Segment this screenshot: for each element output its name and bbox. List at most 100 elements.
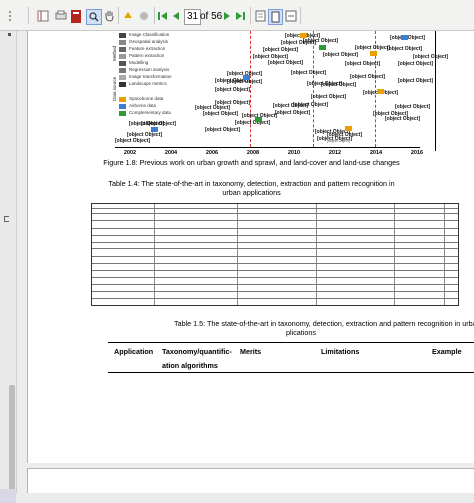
table-top-rule — [108, 342, 474, 343]
next-page-icon[interactable] — [222, 9, 232, 23]
axis-tick-label: 2016 — [410, 150, 424, 156]
document-view[interactable]: Method Data source Image Classification … — [17, 31, 474, 493]
timeline-entry: [object Object] — [398, 78, 434, 84]
toolbar-separator — [28, 7, 29, 24]
print-icon[interactable] — [54, 9, 68, 23]
timeline-entry: [object Object] — [395, 104, 431, 110]
timeline-entry: [object Object] — [323, 52, 359, 58]
legend-icon — [119, 40, 126, 45]
table-row — [92, 220, 458, 221]
timeline-entry: [object Object] — [350, 74, 386, 80]
table-header-taxonomy: Taxonomy/quantific- — [162, 347, 232, 356]
toolbar-separator — [250, 7, 251, 24]
legend-item: Complementary data — [129, 110, 171, 115]
sidebar-selected-strip[interactable] — [0, 489, 16, 503]
side-label-data-source: Data source — [112, 76, 117, 101]
legend-item: Airborne data — [129, 103, 157, 108]
timeline-entry: [object Object] — [311, 94, 347, 100]
flag-icon — [377, 89, 384, 94]
legend-icon — [119, 33, 126, 38]
table-row — [92, 228, 458, 229]
legend-icon — [119, 82, 126, 87]
timeline-axis — [115, 147, 420, 148]
legend-item: Image transformation — [129, 74, 172, 79]
legend-item: Pattern extraction — [129, 53, 165, 58]
legend-item: Landscape metrics — [129, 81, 167, 86]
flag-icon — [151, 127, 158, 132]
timeline-entry: [object Object] — [291, 70, 327, 76]
table-row — [92, 298, 458, 299]
flag-icon — [243, 75, 250, 80]
timeline-entry: [object Object] — [141, 121, 177, 127]
timeline-entry: [object Object] — [321, 82, 357, 88]
timeline-entry: [object Object] — [263, 47, 299, 53]
overflow-icon[interactable] — [4, 9, 16, 23]
table-row — [92, 235, 458, 236]
timeline-marker-line — [313, 31, 314, 147]
fit-width-icon[interactable] — [284, 9, 297, 23]
timeline-entry: [object Object] — [293, 102, 329, 108]
toolbar-separator — [154, 7, 155, 24]
legend-icon — [119, 47, 126, 52]
axis-tick-label: 2008 — [246, 150, 260, 156]
table-row — [92, 270, 458, 271]
table-1-4-caption-line2: urban applications — [222, 188, 281, 197]
timeline-entry: [object Object] — [345, 61, 381, 67]
pdf-page: Method Data source Image Classification … — [27, 31, 474, 463]
timeline-entry: [object Object] — [115, 138, 151, 144]
toolbar-separator — [300, 7, 301, 24]
last-page-icon[interactable] — [235, 9, 245, 23]
timeline-entry: [object Object] — [203, 111, 239, 117]
legend-item: Regression analysis — [129, 67, 170, 72]
table-header-limitations: Limitations — [321, 347, 360, 356]
legend-item: Modelling — [129, 60, 149, 65]
legend-icon — [119, 97, 126, 102]
legend-icon — [119, 75, 126, 80]
layout-icon[interactable] — [254, 9, 266, 23]
timeline-entry: [object Object] — [127, 132, 163, 138]
flag-icon — [319, 45, 326, 50]
timeline-entry: [object Object] — [275, 110, 311, 116]
timeline-entry: [object Object] — [327, 132, 363, 138]
timeline-entry: [object Object] — [227, 79, 263, 85]
timeline-entry: [object Object] — [398, 61, 434, 67]
legend-icon — [119, 61, 126, 66]
side-label-method: Method — [112, 45, 117, 61]
table-header-application: Application — [114, 347, 154, 356]
table-row — [92, 263, 458, 264]
zoom-icon[interactable] — [86, 9, 102, 25]
timeline-entry: [object Object] — [235, 120, 271, 126]
table-header-example: Example — [432, 347, 462, 356]
prev-page-icon[interactable] — [171, 9, 181, 23]
table-row — [92, 291, 458, 292]
legend-item: Feature extraction — [129, 46, 166, 51]
table-row — [92, 248, 458, 249]
first-page-icon[interactable] — [158, 9, 168, 23]
timeline-marker-line — [250, 31, 251, 147]
legend-icon — [119, 68, 126, 73]
table-row — [92, 242, 458, 243]
sidebar-toggle-icon[interactable] — [36, 9, 50, 23]
timeline-entry: [object Object] — [413, 54, 449, 60]
sidebar-marker — [8, 33, 11, 36]
table-header-taxonomy-line2: ation algorithms — [162, 361, 218, 370]
table-header-merits: Merits — [240, 347, 262, 356]
axis-tick-label: 2006 — [205, 150, 219, 156]
legend-icon — [119, 111, 126, 116]
timeline-entry: [object Object] — [387, 46, 423, 52]
sidebar-bracket-icon — [4, 216, 9, 222]
fit-page-icon[interactable] — [268, 9, 283, 25]
table-1-4-caption: Table 1.4: The state-of-the-art in taxon… — [108, 179, 395, 188]
legend-icon — [119, 104, 126, 109]
table-1-4 — [91, 203, 459, 306]
next-pdf-page — [27, 468, 474, 493]
sidebar-scrollbar[interactable] — [9, 385, 15, 491]
hand-icon[interactable] — [102, 9, 116, 23]
timeline-entry: [object Object] — [205, 127, 241, 133]
up-icon[interactable] — [122, 9, 134, 23]
toolbar-separator — [118, 7, 119, 24]
axis-tick-label: 2004 — [164, 150, 178, 156]
legend-item: Image Classification — [129, 32, 170, 37]
pdf-icon[interactable] — [70, 9, 82, 23]
page-number-input[interactable]: 31 — [184, 9, 201, 25]
